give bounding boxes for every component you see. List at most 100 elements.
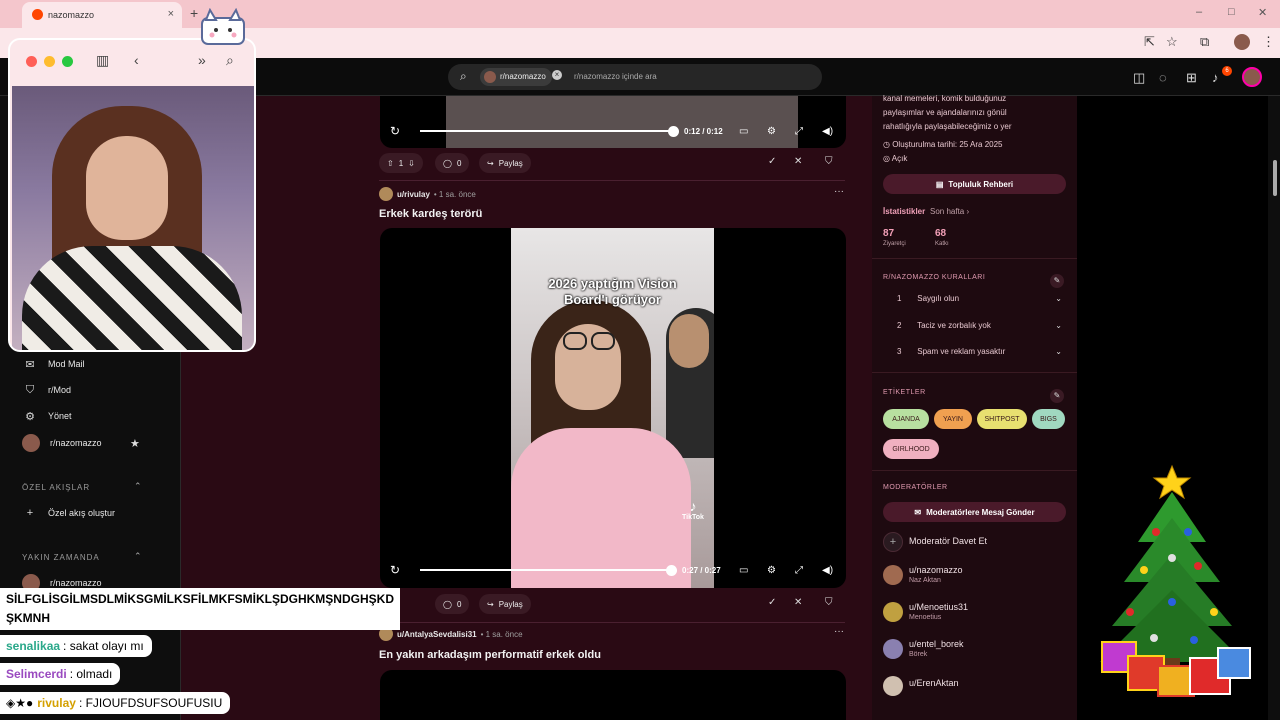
clear-chip-icon[interactable]: ×: [552, 70, 562, 80]
profile-avatar[interactable]: [1234, 34, 1250, 50]
sidebar-item-create-feed[interactable]: + Özel akış oluştur: [22, 503, 115, 523]
vote-count: 1: [398, 158, 404, 168]
share-button[interactable]: ↪ Paylaş: [479, 594, 531, 614]
right-sidebar: kanal memeleri, komik bulduğunuz paylaşı…: [872, 94, 1077, 720]
tag-yayin[interactable]: YAYIN: [934, 409, 972, 429]
scrollbar-thumb[interactable]: [1273, 160, 1277, 196]
advertise-icon[interactable]: ◫: [1133, 70, 1145, 86]
edit-pencil-icon[interactable]: ✎: [1050, 274, 1064, 288]
stats-range[interactable]: Son hafta ›: [930, 207, 969, 216]
video-progress-knob[interactable]: [668, 125, 679, 137]
message-mods-label: Moderatörlere Mesaj Gönder: [926, 507, 1035, 517]
comments-button[interactable]: ◯ 0: [435, 153, 470, 173]
install-app-icon[interactable]: ⇱: [1144, 34, 1155, 50]
section-recent[interactable]: YAKIN ZAMANDA: [22, 553, 100, 562]
chevron-up-icon[interactable]: ⌃: [134, 481, 142, 492]
edit-pencil-icon[interactable]: ✎: [1050, 389, 1064, 403]
sidebar-item-modmail[interactable]: ✉ Mod Mail: [22, 354, 85, 374]
chat-username: Selimcerdi: [6, 667, 67, 681]
settings-gear-icon[interactable]: ⚙: [767, 126, 776, 137]
video-player[interactable]: ↻ 0:12 / 0:12 ▭ ⚙ ⤢ ◀): [380, 96, 846, 148]
section-custom-feeds[interactable]: ÖZEL AKIŞLAR: [22, 483, 90, 492]
create-post-icon[interactable]: ⊞: [1186, 70, 1197, 86]
browser-tab[interactable]: nazomazzo ×: [22, 2, 182, 28]
video-controls: ↻ 0:27 / 0:27 ▭ ⚙ ⤢ ◀): [380, 555, 846, 585]
replay-icon[interactable]: ↻: [390, 124, 400, 138]
community-guide-button[interactable]: ▤ Topluluk Rehberi: [883, 174, 1066, 194]
message-mods-button[interactable]: ✉ Moderatörlere Mesaj Gönder: [883, 502, 1066, 522]
moderator-row[interactable]: u/Menoetius31 Menoetius: [883, 600, 1068, 624]
user-avatar[interactable]: [379, 187, 393, 201]
captions-icon[interactable]: ▭: [739, 565, 748, 576]
subreddit-chip[interactable]: r/nazomazzo: [480, 68, 552, 86]
more-options-icon[interactable]: ···: [834, 626, 844, 637]
invite-mod-row[interactable]: + Moderatör Davet Et: [883, 530, 1068, 554]
moderator-avatar: [883, 639, 903, 659]
tab-close-icon[interactable]: ×: [168, 8, 174, 20]
community-avatar: [22, 434, 40, 452]
bookmark-star-icon[interactable]: ☆: [1166, 34, 1178, 50]
chat-icon[interactable]: ◌: [1159, 70, 1167, 85]
chevron-up-icon[interactable]: ⌃: [134, 551, 142, 562]
moderator-row[interactable]: u/nazomazzo Naz Aktan: [883, 563, 1068, 587]
extensions-icon[interactable]: ⧉: [1200, 34, 1209, 50]
settings-gear-icon[interactable]: ⚙: [767, 565, 776, 576]
comments-button[interactable]: ◯ 0: [435, 594, 470, 614]
post-username[interactable]: u/rivulay: [397, 190, 430, 199]
remove-icon[interactable]: ✕: [794, 156, 802, 167]
contrib-label: Katkı: [935, 241, 949, 247]
volume-icon[interactable]: ◀): [822, 126, 833, 137]
share-button[interactable]: ↪ Paylaş: [479, 153, 531, 173]
video-player[interactable]: [380, 670, 846, 720]
chat-username: senalikaa: [6, 639, 61, 653]
fullscreen-icon[interactable]: ⤢: [795, 126, 803, 137]
sidebar-item-label: Mod Mail: [48, 359, 85, 369]
tag-ajanda[interactable]: AJANDA: [883, 409, 929, 429]
sidebar-item-manage[interactable]: ⚙ Yönet: [22, 406, 71, 426]
rule-item[interactable]: 3 Spam ve reklam yasaktır ⌄: [897, 347, 1062, 356]
tag-girlhood[interactable]: GIRLHOOD: [883, 439, 939, 459]
tag-bigs[interactable]: BIGS: [1032, 409, 1065, 429]
search-input[interactable]: ⌕ r/nazomazzo × r/nazomazzo içinde ara: [448, 64, 822, 90]
post-header: u/rivulay • 1 sa. önce: [379, 186, 476, 202]
moderator-display-name: Menoetius: [909, 614, 942, 621]
minimize-button[interactable]: –: [1196, 6, 1202, 18]
notifications-bell-icon[interactable]: ♪: [1212, 70, 1219, 85]
moderator-row[interactable]: u/entel_borek Börek: [883, 637, 1068, 661]
browser-menu-icon[interactable]: ⋮: [1262, 34, 1275, 50]
sidebar-item-rmod[interactable]: ⛉ r/Mod: [22, 380, 71, 400]
video-progress-track[interactable]: [420, 130, 674, 132]
video-player[interactable]: 2026 yaptığım Vision Board'ı görüyor ♪ T…: [380, 228, 846, 588]
mod-shield-icon[interactable]: ⛉: [825, 156, 833, 167]
post-username[interactable]: u/AntalyaSevdalisi31: [397, 630, 477, 639]
moderator-row[interactable]: u/ErenAktan: [883, 674, 1068, 698]
maximize-dot-icon: [62, 56, 73, 67]
approve-icon[interactable]: ✓: [768, 156, 776, 167]
mod-shield-icon[interactable]: ⛉: [825, 597, 833, 608]
moderator-name: u/ErenAktan: [909, 678, 959, 688]
tag-shitpost[interactable]: SHITPOST: [977, 409, 1027, 429]
favorite-star-icon[interactable]: ★: [130, 437, 140, 450]
replay-icon[interactable]: ↻: [390, 563, 400, 577]
upvote-icon[interactable]: ⇧: [387, 159, 394, 168]
search-placeholder: r/nazomazzo içinde ara: [574, 72, 657, 81]
post-title[interactable]: En yakın arkadaşım performatif erkek old…: [379, 649, 601, 661]
remove-icon[interactable]: ✕: [794, 597, 802, 608]
video-progress-track[interactable]: [420, 569, 670, 571]
captions-icon[interactable]: ▭: [739, 126, 748, 137]
sidebar-item-community[interactable]: r/nazomazzo: [22, 433, 102, 453]
more-options-icon[interactable]: ···: [834, 186, 844, 197]
streamer-face: [86, 136, 168, 240]
rule-item[interactable]: 1 Saygılı olun ⌄: [897, 294, 1062, 303]
maximize-button[interactable]: □: [1228, 6, 1235, 18]
approve-icon[interactable]: ✓: [768, 597, 776, 608]
video-progress-knob[interactable]: [666, 564, 677, 576]
downvote-icon[interactable]: ⇩: [408, 159, 415, 168]
rule-item[interactable]: 2 Taciz ve zorbalık yok ⌄: [897, 321, 1062, 330]
close-window-button[interactable]: ✕: [1258, 6, 1267, 19]
user-avatar[interactable]: [1242, 67, 1262, 87]
volume-icon[interactable]: ◀): [822, 565, 833, 576]
share-label: Paylaş: [498, 158, 523, 168]
fullscreen-icon[interactable]: ⤢: [795, 565, 803, 576]
post-title[interactable]: Erkek kardeş terörü: [379, 208, 482, 220]
